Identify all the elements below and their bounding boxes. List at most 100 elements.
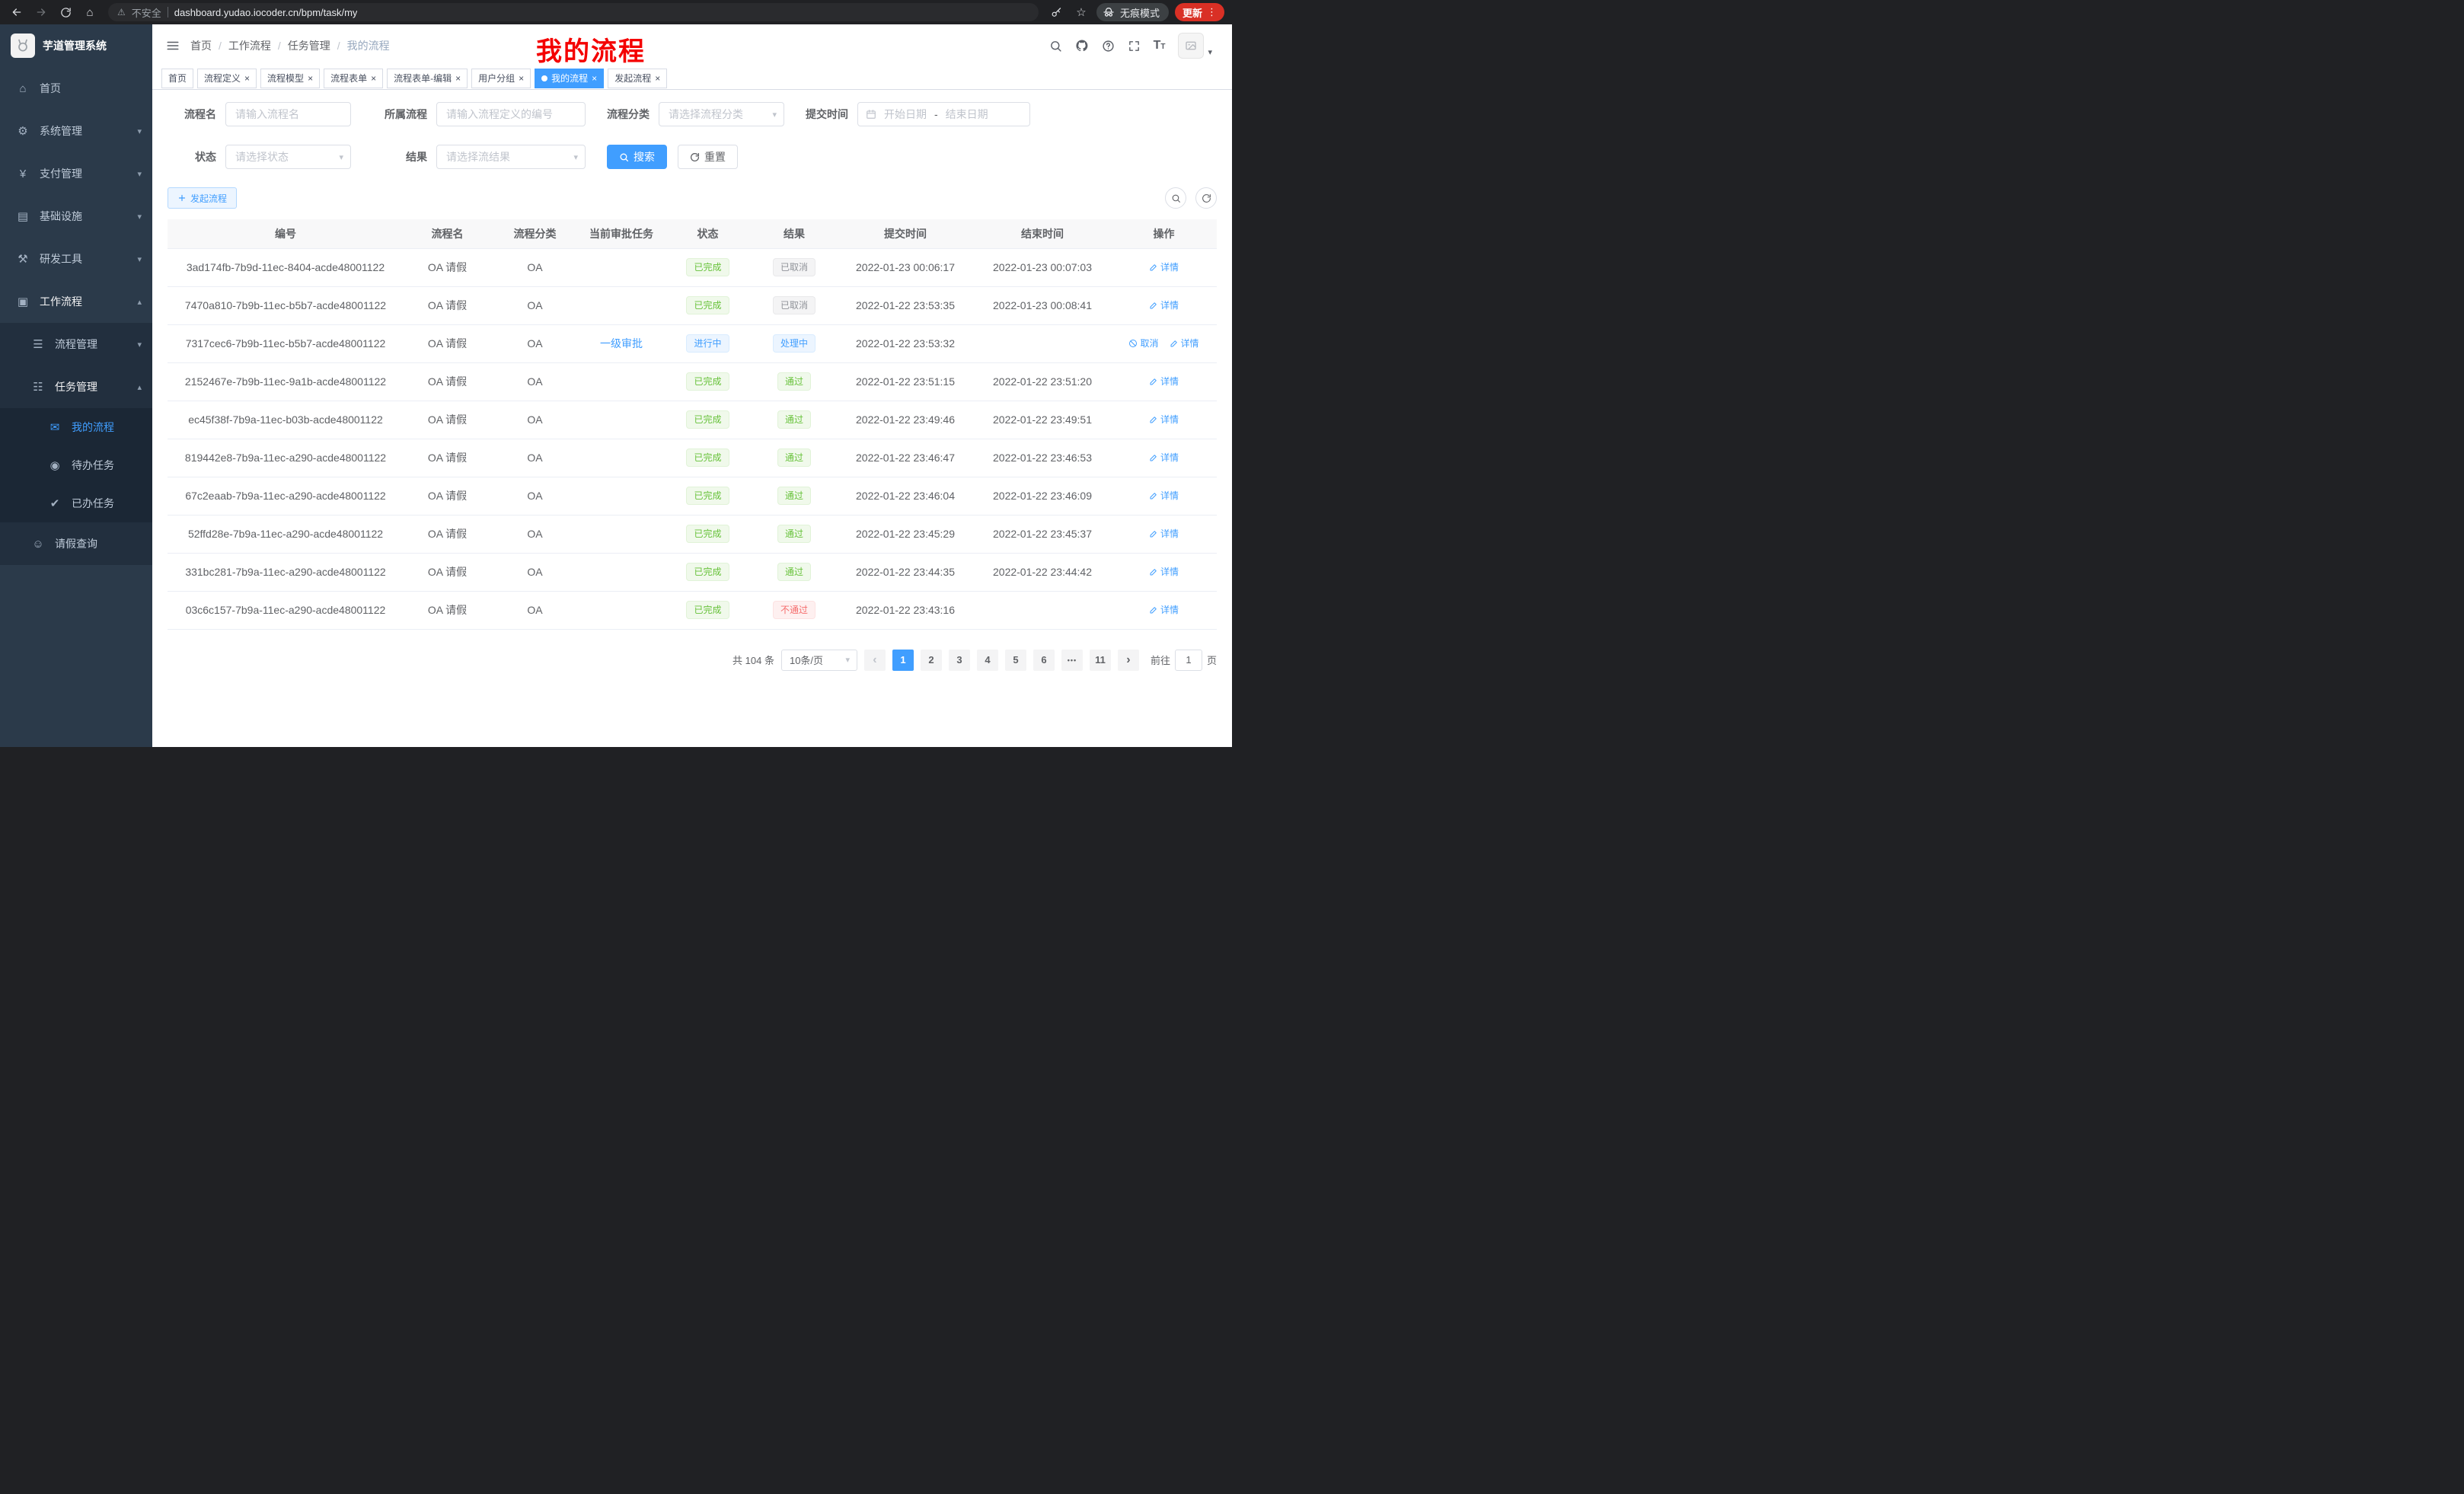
process-table: 编号 流程名 流程分类 当前审批任务 状态 结果 提交时间 结束时间 操作 — [168, 219, 1217, 630]
app-logo-row[interactable]: 芋道管理系统 — [0, 24, 152, 67]
bookmark-star-icon[interactable]: ☆ — [1072, 3, 1090, 21]
current-task-link[interactable]: 一级审批 — [600, 337, 643, 350]
page-button-1[interactable]: 1 — [892, 650, 914, 671]
tab-home[interactable]: 首页 — [161, 69, 193, 88]
avatar[interactable] — [1178, 33, 1204, 59]
reload-icon[interactable] — [56, 3, 75, 21]
sidebar-item-done-tasks[interactable]: ✔ 已办任务 — [0, 484, 152, 522]
close-icon[interactable]: × — [308, 74, 313, 83]
close-icon[interactable]: × — [455, 74, 461, 83]
sidebar-item-payment-management[interactable]: ¥ 支付管理 ▾ — [0, 152, 152, 195]
goto-page-input[interactable] — [1175, 650, 1202, 671]
detail-button[interactable]: 详情 — [1149, 603, 1179, 616]
detail-button[interactable]: 详情 — [1149, 565, 1179, 578]
detail-button[interactable]: 详情 — [1149, 375, 1179, 388]
tab-process-model[interactable]: 流程模型× — [260, 69, 320, 88]
sidebar-item-process-management[interactable]: ☰ 流程管理 ▾ — [0, 323, 152, 366]
col-submit-time: 提交时间 — [837, 219, 974, 248]
result-select[interactable]: 请选择流结果 ▾ — [436, 145, 586, 169]
close-icon[interactable]: × — [371, 74, 376, 83]
password-key-icon[interactable] — [1048, 3, 1066, 21]
sidebar-item-leave-query[interactable]: ☺ 请假查询 — [0, 522, 152, 565]
sidebar-item-system-management[interactable]: ⚙ 系统管理 ▾ — [0, 110, 152, 152]
sidebar-item-my-process[interactable]: ✉ 我的流程 — [0, 408, 152, 446]
help-icon[interactable] — [1102, 40, 1115, 53]
page-size-select[interactable]: 10条/页 ▾ — [781, 650, 857, 671]
url-text[interactable]: dashboard.yudao.iocoder.cn/bpm/task/my — [174, 7, 358, 18]
page-button-4[interactable]: 4 — [977, 650, 998, 671]
more-pages-button[interactable]: ••• — [1061, 650, 1083, 671]
sidebar-toggle-icon[interactable] — [160, 33, 186, 59]
search-icon[interactable] — [1049, 40, 1062, 53]
fullscreen-icon[interactable] — [1128, 40, 1141, 53]
browser-menu-dots-icon[interactable]: ⋮ — [1207, 6, 1217, 18]
detail-button[interactable]: 详情 — [1149, 298, 1179, 311]
sidebar-item-home[interactable]: ⌂ 首页 — [0, 67, 152, 110]
back-icon[interactable] — [8, 3, 26, 21]
close-icon[interactable]: × — [519, 74, 524, 83]
page-button-11[interactable]: 11 — [1090, 650, 1111, 671]
detail-button[interactable]: 详情 — [1149, 489, 1179, 502]
page-button-6[interactable]: 6 — [1033, 650, 1055, 671]
status-badge: 已完成 — [686, 525, 729, 543]
breadcrumb-home[interactable]: 首页 — [190, 38, 212, 53]
show-search-button[interactable] — [1165, 187, 1186, 209]
process-definition-input[interactable] — [436, 102, 586, 126]
search-button[interactable]: 搜索 — [607, 145, 667, 169]
refresh-table-button[interactable] — [1195, 187, 1217, 209]
status-badge: 已完成 — [686, 258, 729, 276]
filter-label: 所属流程 — [372, 107, 436, 122]
reset-button[interactable]: 重置 — [678, 145, 738, 169]
page-button-2[interactable]: 2 — [921, 650, 942, 671]
github-icon[interactable] — [1075, 39, 1089, 53]
close-icon[interactable]: × — [244, 74, 250, 83]
tab-start-process[interactable]: 发起流程× — [608, 69, 667, 88]
address-bar[interactable]: ⚠ 不安全 dashboard.yudao.iocoder.cn/bpm/tas… — [108, 3, 1039, 21]
goto-page: 前往 页 — [1151, 650, 1217, 671]
security-label[interactable]: 不安全 — [132, 5, 161, 20]
tab-user-group[interactable]: 用户分组× — [471, 69, 531, 88]
tab-process-definition[interactable]: 流程定义× — [197, 69, 257, 88]
prev-page-button[interactable]: ‹ — [864, 650, 886, 671]
category-select[interactable]: 请选择流程分类 ▾ — [659, 102, 784, 126]
page-button-3[interactable]: 3 — [949, 650, 970, 671]
close-icon[interactable]: × — [592, 74, 597, 83]
sidebar-item-dev-tools[interactable]: ⚒ 研发工具 ▾ — [0, 238, 152, 280]
detail-button[interactable]: 详情 — [1149, 451, 1179, 464]
col-end-time: 结束时间 — [974, 219, 1111, 248]
sidebar-item-todo-tasks[interactable]: ◉ 待办任务 — [0, 446, 152, 484]
table-header-row: 编号 流程名 流程分类 当前审批任务 状态 结果 提交时间 结束时间 操作 — [168, 219, 1217, 248]
tab-process-form-edit[interactable]: 流程表单-编辑× — [387, 69, 468, 88]
sidebar-item-workflow[interactable]: ▣ 工作流程 ▴ — [0, 280, 152, 323]
start-process-button[interactable]: 发起流程 — [168, 187, 237, 209]
forward-icon[interactable] — [32, 3, 50, 21]
table-row: 3ad174fb-7b9d-11ec-8404-acde48001122 OA … — [168, 248, 1217, 286]
caret-down-icon: ▾ — [1208, 47, 1212, 59]
detail-button[interactable]: 详情 — [1149, 527, 1179, 540]
detail-button[interactable]: 详情 — [1170, 337, 1199, 350]
next-page-button[interactable]: › — [1118, 650, 1139, 671]
process-name-input[interactable] — [225, 102, 351, 126]
table-row: 2152467e-7b9b-11ec-9a1b-acde48001122 OA … — [168, 362, 1217, 401]
sidebar-item-task-management[interactable]: ☷ 任务管理 ▴ — [0, 366, 152, 408]
tab-process-form[interactable]: 流程表单× — [324, 69, 383, 88]
person-icon: ☺ — [30, 538, 46, 551]
tab-my-process[interactable]: 我的流程× — [535, 69, 604, 88]
sidebar-item-infrastructure[interactable]: ▤ 基础设施 ▾ — [0, 195, 152, 238]
breadcrumb-workflow[interactable]: 工作流程 — [228, 38, 271, 53]
status-select[interactable]: 请选择状态 ▾ — [225, 145, 351, 169]
search-icon — [619, 152, 629, 162]
submit-time-range-picker[interactable]: 开始日期 - 结束日期 — [857, 102, 1030, 126]
home-icon[interactable]: ⌂ — [81, 3, 99, 21]
detail-button[interactable]: 详情 — [1149, 413, 1179, 426]
close-icon[interactable]: × — [655, 74, 660, 83]
result-badge: 通过 — [777, 410, 811, 429]
cancel-button[interactable]: 取消 — [1128, 337, 1158, 350]
detail-button[interactable]: 详情 — [1149, 260, 1179, 273]
font-size-icon[interactable]: TT — [1154, 40, 1166, 52]
chevron-down-icon: ▾ — [845, 655, 850, 665]
page-button-5[interactable]: 5 — [1005, 650, 1026, 671]
user-menu[interactable]: ▾ — [1178, 33, 1212, 59]
update-button[interactable]: 更新 ⋮ — [1175, 3, 1224, 21]
breadcrumb-task-management[interactable]: 任务管理 — [288, 38, 330, 53]
